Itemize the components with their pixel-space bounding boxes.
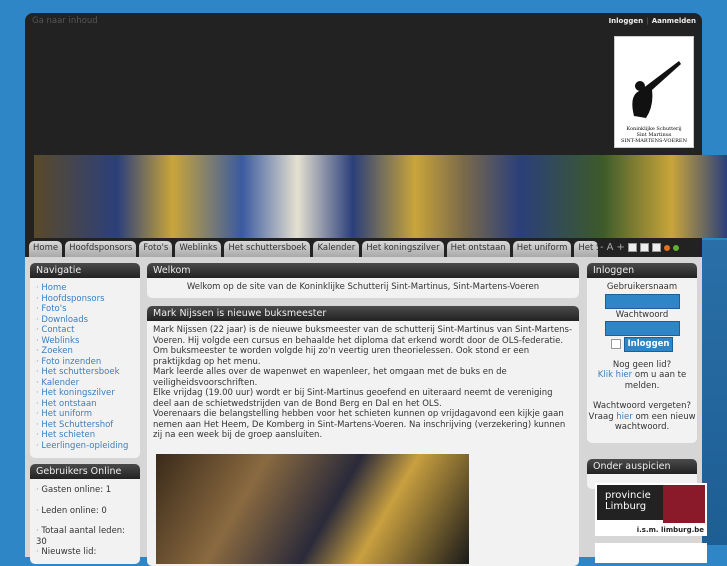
panel-title: Navigatie <box>30 263 140 278</box>
article-paragraph: Voerenaars die belangstelling hebben voo… <box>153 409 566 440</box>
sponsor-logo-2[interactable] <box>595 543 707 563</box>
nav-item[interactable]: Home <box>36 283 134 294</box>
register-link[interactable]: Klik hier <box>598 370 632 380</box>
no-member-text: Nog geen lid? <box>612 359 672 370</box>
club-logo: Koninklijke Schutterij Sint Martinus SIN… <box>614 36 694 148</box>
header-banner-photo <box>34 155 727 238</box>
navigation-list: HomeHoofdsponsorsFoto'sDownloadsContactW… <box>30 278 140 456</box>
font-default-button[interactable]: A <box>607 242 614 253</box>
article-paragraph: Elke vrijdag (19.00 uur) wordt er bij Si… <box>153 388 553 409</box>
panel-title: Gebruikers Online <box>30 464 140 479</box>
nav-item[interactable]: Het Schuttershof <box>36 420 134 431</box>
password-label: Wachtwoord <box>615 309 669 320</box>
nav-item[interactable]: Leerlingen-opleiding <box>36 441 134 452</box>
login-panel: Inloggen Gebruikersnaam Wachtwoord Inlog… <box>587 263 697 443</box>
tab-schuttersboek[interactable]: Het schuttersboek <box>224 241 311 257</box>
register-text: om u aan te melden. <box>624 370 687 391</box>
tab-uniform[interactable]: Het uniform <box>512 241 572 257</box>
skip-to-content-link[interactable]: Ga naar inhoud <box>32 16 98 26</box>
welcome-text: Welkom op de site van de Koninklijke Sch… <box>186 282 540 292</box>
total-members: Totaal aantal leden: 30 <box>36 526 134 547</box>
nav-item[interactable]: Weblinks <box>36 336 134 347</box>
main-tabs: Home Hoofdsponsors Foto's Weblinks Het s… <box>29 241 599 257</box>
width-large-button[interactable] <box>651 243 661 252</box>
nav-item[interactable]: Het schieten <box>36 430 134 441</box>
nav-item[interactable]: Hoofdsponsors <box>36 294 134 305</box>
nav-item[interactable]: Foto's <box>36 304 134 315</box>
logo-line: provincie <box>605 490 651 501</box>
forgot-password-text: Wachtwoord vergeten? <box>593 401 691 411</box>
tab-home[interactable]: Home <box>29 241 63 257</box>
article-title: Mark Nijssen is nieuwe buksmeester <box>147 306 579 321</box>
logo-line: Limburg <box>605 501 647 512</box>
nav-item[interactable]: Het koningszilver <box>36 388 134 399</box>
login-link[interactable]: Inloggen <box>609 17 644 25</box>
panel-title: Inloggen <box>587 263 697 278</box>
username-input[interactable] <box>604 293 680 309</box>
welcome-panel: Welkom Welkom op de site van de Koninkli… <box>147 263 579 298</box>
provincie-limburg-logo[interactable]: provincie Limburg i.s.m. limburg.be <box>595 483 707 536</box>
username-label: Gebruikersnaam <box>606 282 678 292</box>
panel-title: Onder auspicien <box>587 459 697 474</box>
site-frame: Ga naar inhoud Inloggen | Aanmelden Konink… <box>25 13 727 566</box>
register-link[interactable]: Aanmelden <box>652 17 696 25</box>
font-smaller-button[interactable]: - <box>600 242 604 253</box>
marksman-icon <box>632 61 681 118</box>
tab-koningszilver[interactable]: Het koningszilver <box>362 241 444 257</box>
tab-ontstaan[interactable]: Het ontstaan <box>446 241 510 257</box>
tab-schuttershof[interactable]: Het S <box>574 241 599 257</box>
article-photo <box>156 454 469 564</box>
tab-weblinks[interactable]: Weblinks <box>175 241 222 257</box>
tab-fotos[interactable]: Foto's <box>139 241 173 257</box>
nav-item[interactable]: Het schuttersboek <box>36 367 134 378</box>
navigation-panel: Navigatie HomeHoofdsponsorsFoto'sDownloa… <box>30 263 140 458</box>
remember-me-checkbox[interactable] <box>610 339 621 350</box>
guests-online: Gasten online: 1 <box>36 485 134 496</box>
content-area: Navigatie HomeHoofdsponsorsFoto'sDownloa… <box>25 257 707 566</box>
reset-password-link[interactable]: hier <box>616 412 632 422</box>
tab-kalender[interactable]: Kalender <box>313 241 360 257</box>
ask-text: Vraag <box>588 411 617 422</box>
article-paragraph: Mark leerde alles over de wapenwet en wa… <box>153 367 507 388</box>
top-links: Inloggen | Aanmelden <box>608 17 696 25</box>
nav-item[interactable]: Het ontstaan <box>36 399 134 410</box>
users-online-panel: Gebruikers Online Gasten online: 1 Leden… <box>30 464 140 564</box>
width-small-button[interactable] <box>627 243 637 252</box>
login-button[interactable]: Inloggen <box>623 337 674 352</box>
theme-green-button[interactable] <box>672 244 679 251</box>
theme-orange-button[interactable] <box>663 244 670 251</box>
nav-item[interactable]: Het uniform <box>36 409 134 420</box>
panel-title: Welkom <box>147 263 579 278</box>
width-medium-button[interactable] <box>639 243 649 252</box>
members-online: Leden online: 0 <box>36 506 134 517</box>
newest-member: Nieuwste lid: <box>36 547 134 558</box>
logo-text-line: SINT-MARTENS-VOEREN <box>621 138 687 144</box>
tab-hoofdsponsors[interactable]: Hoofdsponsors <box>65 241 137 257</box>
nav-item[interactable]: Foto inzenden <box>36 357 134 368</box>
nav-item[interactable]: Downloads <box>36 315 134 326</box>
font-size-tools: - A + <box>600 242 679 253</box>
nav-item[interactable]: Zoeken <box>36 346 134 357</box>
nav-item[interactable]: Contact <box>36 325 134 336</box>
logo-subtext: i.s.m. limburg.be <box>636 526 704 534</box>
article-panel: Mark Nijssen is nieuwe buksmeester Mark … <box>147 306 579 566</box>
password-input[interactable] <box>604 321 680 336</box>
article-paragraph: Mark Nijssen (22 jaar) is de nieuwe buks… <box>153 325 573 367</box>
nav-item[interactable]: Kalender <box>36 378 134 389</box>
font-larger-button[interactable]: + <box>616 242 624 253</box>
